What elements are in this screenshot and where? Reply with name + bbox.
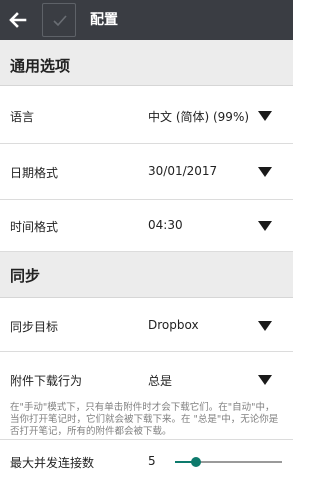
setting-row-date-format[interactable]: 日期格式 30/01/2017 <box>0 144 293 200</box>
triangle-down-icon[interactable] <box>258 111 272 121</box>
attachment-download-help-text: 在"手动"模式下，只有单击附件时才会下载它们。在"自动"中，当你打开笔记时，它们… <box>10 402 279 437</box>
time-format-select[interactable]: 04:30 <box>148 218 183 232</box>
back-button[interactable] <box>5 5 33 35</box>
sync-target-select[interactable]: Dropbox <box>148 318 199 332</box>
section-header-general: 通用选项 <box>0 40 293 86</box>
setting-row-sync-target[interactable]: 同步目标 Dropbox <box>0 298 293 352</box>
back-arrow-icon <box>9 12 27 28</box>
section-title: 通用选项 <box>10 57 71 75</box>
date-format-select[interactable]: 30/01/2017 <box>148 164 217 178</box>
setting-label: 时间格式 <box>10 220 59 234</box>
checkmark-icon <box>53 15 67 27</box>
top-bar: 配置 <box>0 0 293 40</box>
setting-label: 语言 <box>10 110 35 124</box>
setting-row-language[interactable]: 语言 中文 (简体) (99%) <box>0 86 293 144</box>
triangle-down-icon[interactable] <box>258 221 272 231</box>
setting-label: 最大并发连接数 <box>10 456 95 470</box>
page-title: 配置 <box>90 12 118 28</box>
setting-row-max-connections[interactable]: 最大并发连接数 5 <box>0 440 293 500</box>
triangle-down-icon[interactable] <box>258 167 272 177</box>
section-title: 同步 <box>10 267 41 285</box>
setting-label: 同步目标 <box>10 320 59 334</box>
language-select[interactable]: 中文 (简体) (99%) <box>148 108 249 125</box>
triangle-down-icon[interactable] <box>258 375 272 385</box>
max-connections-value: 5 <box>148 454 156 468</box>
setting-label: 日期格式 <box>10 166 59 180</box>
section-header-sync: 同步 <box>0 252 293 298</box>
max-connections-slider[interactable] <box>175 457 282 467</box>
setting-label: 附件下载行为 <box>10 374 83 388</box>
attachment-download-select[interactable]: 总是 <box>148 372 172 389</box>
save-button[interactable] <box>42 3 76 37</box>
setting-row-time-format[interactable]: 时间格式 04:30 <box>0 200 293 252</box>
triangle-down-icon[interactable] <box>258 321 272 331</box>
